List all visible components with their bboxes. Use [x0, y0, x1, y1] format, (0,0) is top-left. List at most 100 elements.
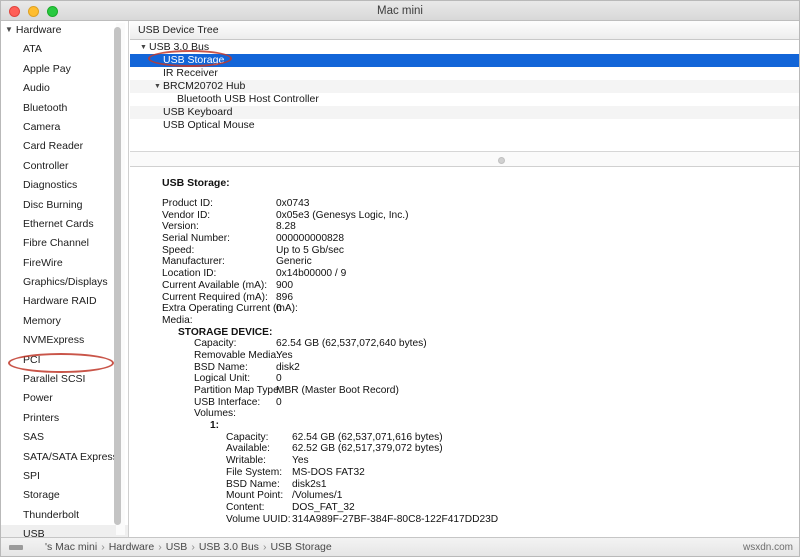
sidebar-item-storage[interactable]: Storage: [1, 486, 128, 505]
sidebar[interactable]: ▼ Hardware ATA Apple Pay Audio Bluetooth Camer…: [1, 21, 129, 537]
sidebar-item-bluetooth[interactable]: Bluetooth: [1, 99, 128, 118]
detail-row-label: Location ID:: [162, 268, 217, 280]
device-detail-panel: USB Storage: Product ID: 0x0743 Vendor ID:…: [130, 168, 799, 537]
pane-splitter[interactable]: [130, 151, 799, 167]
detail-row-label: Volumes:: [194, 408, 236, 420]
tree-node-usb-storage[interactable]: USB Storage: [130, 54, 799, 67]
detail-row: Writable: Yes: [130, 455, 799, 467]
sidebar-item-label: Thunderbolt: [23, 508, 80, 521]
window-title: Mac mini: [376, 5, 423, 17]
tree-node-brcm20702-hub[interactable]: ▼ BRCM20702 Hub: [130, 80, 799, 93]
detail-row-label: Serial Number:: [162, 233, 230, 245]
breadcrumb-item[interactable]: USB: [166, 541, 188, 553]
sidebar-item-sas[interactable]: SAS: [1, 428, 128, 447]
sidebar-item-firewire[interactable]: FireWire: [1, 254, 128, 273]
sidebar-item-label: Diagnostics: [23, 179, 78, 192]
sidebar-item-label: Printers: [23, 411, 60, 424]
sidebar-item-ethernet-cards[interactable]: Ethernet Cards: [1, 215, 128, 234]
detail-row-value: 8.28: [276, 221, 296, 233]
sidebar-item-label: Controller: [23, 159, 69, 172]
sidebar-item-camera[interactable]: Camera: [1, 118, 128, 137]
detail-row: Capacity: 62.54 GB (62,537,071,616 bytes): [130, 432, 799, 444]
sidebar-item-graphics-displays[interactable]: Graphics/Displays: [1, 273, 128, 292]
breadcrumb[interactable]: 's Mac mini › Hardware › USB › USB 3.0 Bus › USB…: [45, 538, 332, 556]
tree-spacer-icon: [154, 119, 163, 132]
tree-spacer-icon: [154, 54, 163, 67]
sidebar-item-label: Parallel SCSI: [23, 373, 86, 386]
pane-header-title: USB Device Tree: [130, 21, 799, 40]
tree-node-ir-receiver[interactable]: IR Receiver: [130, 67, 799, 80]
tree-node-usb-3-0-bus[interactable]: ▼ USB 3.0 Bus: [130, 41, 799, 54]
detail-row-value: MBR (Master Boot Record): [276, 385, 399, 396]
sidebar-item-label: Fibre Channel: [23, 237, 89, 250]
system-information-window: Mac mini ▼ Hardware ATA Apple Pay Audio Bluet…: [0, 0, 800, 557]
sidebar-scrollbar-thumb[interactable]: [114, 27, 121, 525]
sidebar-item-parallel-scsi[interactable]: Parallel SCSI: [1, 370, 128, 389]
sidebar-item-pci[interactable]: PCI: [1, 351, 128, 370]
detail-row-value: DOS_FAT_32: [292, 501, 355, 513]
detail-row: BSD Name: disk2s1: [130, 479, 799, 491]
sidebar-item-label: Graphics/Displays: [23, 276, 108, 289]
sidebar-item-printers[interactable]: Printers: [1, 409, 128, 428]
sidebar-item-sata-sata-express[interactable]: SATA/SATA Express: [1, 448, 128, 467]
breadcrumb-item[interactable]: USB 3.0 Bus: [199, 541, 259, 553]
breadcrumb-separator-icon: ›: [191, 541, 195, 553]
sidebar-item-card-reader[interactable]: Card Reader: [1, 137, 128, 156]
sidebar-item-audio[interactable]: Audio: [1, 79, 128, 98]
detail-row-label: Vendor ID:: [162, 209, 211, 221]
detail-row-value: disk2s1: [292, 478, 327, 490]
sidebar-item-label: SATA/SATA Express: [23, 450, 118, 463]
sidebar-item-memory[interactable]: Memory: [1, 312, 128, 331]
sidebar-item-thunderbolt[interactable]: Thunderbolt: [1, 506, 128, 525]
sidebar-item-spi[interactable]: SPI: [1, 467, 128, 486]
device-icon: [9, 545, 23, 550]
tree-node-usb-keyboard[interactable]: USB Keyboard: [130, 106, 799, 119]
breadcrumb-item[interactable]: USB Storage: [270, 541, 331, 553]
detail-row: Version: 8.28: [130, 221, 799, 233]
sidebar-item-diagnostics[interactable]: Diagnostics: [1, 176, 128, 195]
status-bar: 's Mac mini › Hardware › USB › USB 3.0 Bus › USB…: [1, 537, 799, 556]
chevron-down-icon[interactable]: ▼: [154, 80, 163, 93]
detail-row-label: Version:: [162, 221, 199, 233]
sidebar-item-label: FireWire: [23, 256, 63, 269]
sidebar-item-apple-pay[interactable]: Apple Pay: [1, 60, 128, 79]
sidebar-item-hardware-raid[interactable]: Hardware RAID: [1, 292, 128, 311]
detail-row-value: MS-DOS FAT32: [292, 466, 365, 478]
detail-row-value: 0: [276, 303, 282, 315]
sidebar-item-disc-burning[interactable]: Disc Burning: [1, 196, 128, 215]
sidebar-item-fibre-channel[interactable]: Fibre Channel: [1, 234, 128, 253]
tree-node-bluetooth-usb-host-controller[interactable]: Bluetooth USB Host Controller: [130, 93, 799, 106]
usb-device-tree[interactable]: ▼ USB 3.0 Bus USB Storage IR Receiver ▼ BRC…: [130, 41, 799, 151]
detail-row: Extra Operating Current (mA): 0: [130, 303, 799, 315]
detail-row-value: Yes: [276, 349, 293, 361]
sidebar-item-power[interactable]: Power: [1, 389, 128, 408]
sidebar-item-controller[interactable]: Controller: [1, 157, 128, 176]
sidebar-item-ata[interactable]: ATA: [1, 40, 128, 59]
sidebar-item-label: Ethernet Cards: [23, 217, 94, 230]
detail-row: Location ID: 0x14b00000 / 9: [130, 268, 799, 280]
sidebar-scrollbar-track[interactable]: [114, 23, 125, 535]
detail-row: Partition Map Type: MBR (Master Boot Reco…: [130, 385, 799, 397]
detail-row: Logical Unit: 0: [130, 373, 799, 385]
tree-node-label: USB Storage: [163, 54, 225, 66]
detail-row-value: 314A989F-27BF-384F-80C8-122F417DD23D: [292, 513, 499, 525]
detail-row: Removable Media: Yes: [130, 350, 799, 362]
chevron-down-icon[interactable]: ▼: [5, 21, 13, 39]
sidebar-item-nvmexpress[interactable]: NVMExpress: [1, 331, 128, 350]
detail-row: Media:: [130, 315, 799, 327]
tree-node-usb-optical-mouse[interactable]: USB Optical Mouse: [130, 119, 799, 132]
sidebar-item-label: Hardware RAID: [23, 295, 97, 308]
breadcrumb-item[interactable]: 's Mac mini: [45, 541, 97, 553]
sidebar-item-label: USB: [23, 528, 45, 537]
splitter-handle-icon[interactable]: [498, 157, 505, 164]
detail-row: USB Interface: 0: [130, 397, 799, 409]
chevron-down-icon[interactable]: ▼: [140, 41, 149, 54]
sidebar-group-hardware[interactable]: ▼ Hardware: [1, 21, 128, 40]
tree-spacer-icon: [154, 67, 163, 80]
detail-row-label: Media:: [162, 314, 193, 326]
tree-spacer-icon: [168, 93, 177, 106]
breadcrumb-separator-icon: ›: [262, 541, 267, 553]
detail-row-label: Current Required (mA):: [162, 291, 268, 303]
breadcrumb-item[interactable]: Hardware: [109, 541, 155, 553]
sidebar-item-usb[interactable]: USB: [1, 525, 128, 537]
